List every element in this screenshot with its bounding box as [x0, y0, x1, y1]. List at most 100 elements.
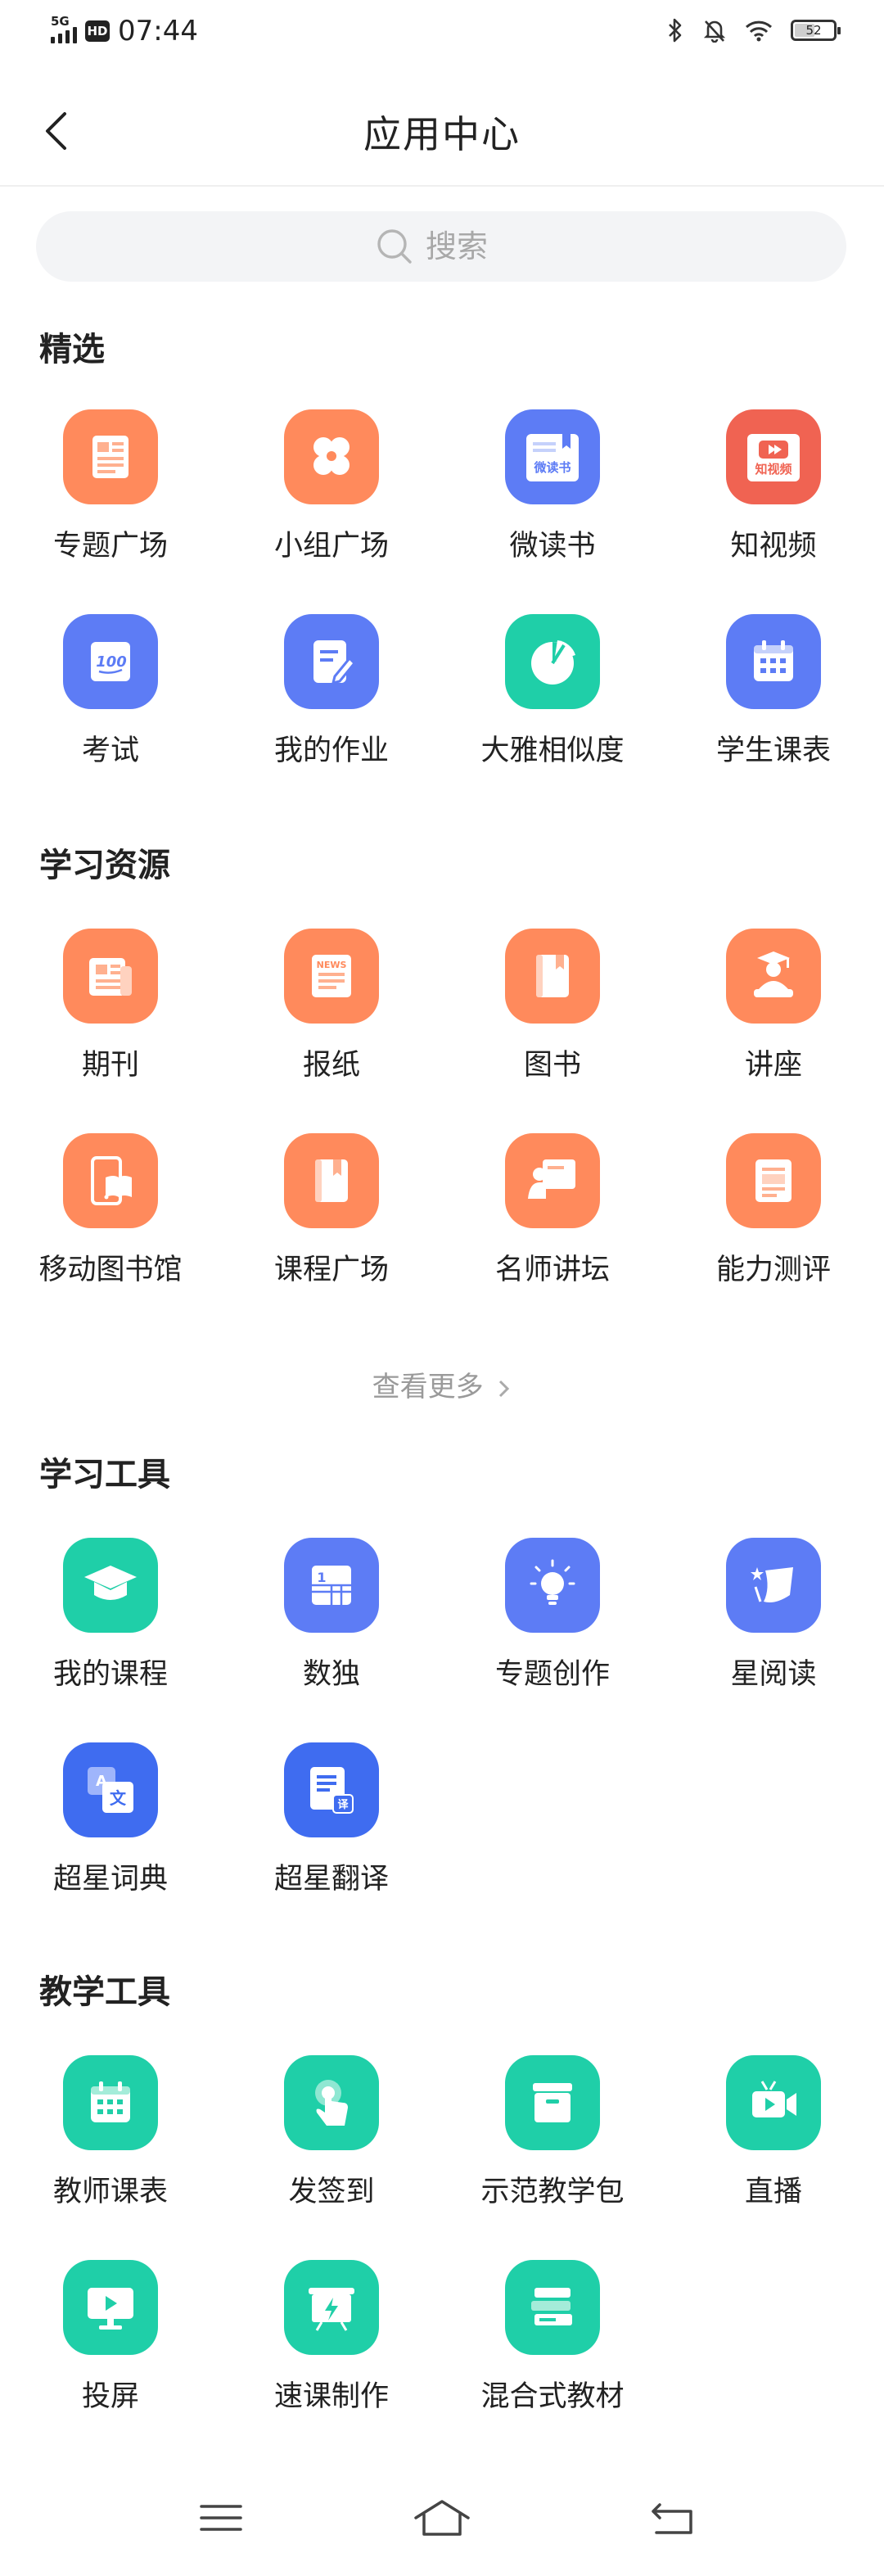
section-title-teaching-tools: 教学工具: [39, 1973, 170, 2011]
app-sudoku[interactable]: 1 数独: [221, 1516, 442, 1721]
menu-button[interactable]: [188, 2489, 254, 2547]
video-badge: 知视频: [755, 462, 792, 477]
return-icon: [652, 2503, 692, 2534]
app-my-homework[interactable]: 我的作业: [221, 593, 442, 798]
app-topic-square[interactable]: 专题广场: [0, 388, 221, 593]
calendar-icon: [63, 2055, 158, 2150]
app-student-timetable[interactable]: 学生课表: [663, 593, 884, 798]
status-time: 07:44: [118, 15, 198, 47]
see-more-link[interactable]: 查看更多: [0, 1364, 884, 1404]
home-icon: [414, 2500, 470, 2536]
group-circles-icon: [284, 409, 379, 504]
video-icon: 知视频: [726, 409, 821, 504]
app-label: 讲座: [744, 1049, 802, 1082]
exam-100-icon: 100: [63, 614, 158, 709]
mute-bell-icon: [703, 20, 726, 43]
teaching-tools-grid: 教师课表 发签到 示范教学包 直播 投屏 速课制作 混合式教材: [0, 2034, 884, 2443]
tap-icon: [284, 2055, 379, 2150]
page-title: 应用中心: [363, 112, 521, 156]
app-label: 超星翻译: [273, 1863, 389, 1896]
app-label: 专题创作: [494, 1658, 610, 1691]
section-title-study-tools: 学习工具: [39, 1456, 170, 1494]
see-more-label: 查看更多: [372, 1371, 484, 1403]
app-teaching-package[interactable]: 示范教学包: [442, 2034, 663, 2239]
section-title-featured: 精选: [39, 331, 105, 368]
lightbulb-icon: [505, 1538, 600, 1633]
app-label: 期刊: [81, 1049, 139, 1082]
app-course-square[interactable]: 课程广场: [221, 1112, 442, 1317]
system-nav-bar: [0, 2456, 884, 2576]
app-lecture[interactable]: 讲座: [663, 907, 884, 1112]
search-bar[interactable]: [36, 211, 846, 282]
app-label: 学生课表: [715, 734, 831, 767]
menu-icon: [200, 2505, 242, 2531]
home-button[interactable]: [409, 2489, 475, 2547]
battery-icon: 52: [791, 20, 841, 41]
app-topic-creation[interactable]: 专题创作: [442, 1516, 663, 1721]
graduation-cap-icon: [63, 1538, 158, 1633]
app-group-square[interactable]: 小组广场: [221, 388, 442, 593]
news-icon: NEWS: [284, 929, 379, 1024]
signal-icon: 5G: [51, 14, 77, 43]
status-bar: 5G HD 07:44 52: [0, 0, 884, 69]
app-journal[interactable]: 期刊: [0, 907, 221, 1112]
app-chaoxing-translate[interactable]: 译 超星翻译: [221, 1721, 442, 1926]
app-label: 混合式教材: [480, 2380, 625, 2413]
star-reading-icon: [726, 1538, 821, 1633]
header: 应用中心: [0, 82, 884, 187]
app-label: 小组广场: [273, 530, 389, 563]
app-micro-reading[interactable]: 微读书 微读书: [442, 388, 663, 593]
app-famous-teacher[interactable]: 名师讲坛: [442, 1112, 663, 1317]
package-icon: [505, 2055, 600, 2150]
battery-level: 52: [805, 23, 822, 38]
lecture-icon: [726, 929, 821, 1024]
app-label: 投屏: [81, 2380, 139, 2413]
app-exam[interactable]: 100 考试: [0, 593, 221, 798]
app-label: 移动图书馆: [38, 1254, 183, 1286]
chevron-right-icon: [499, 1380, 510, 1397]
bluetooth-icon: [669, 18, 682, 43]
search-input[interactable]: [426, 228, 507, 264]
app-label: 我的课程: [52, 1658, 168, 1691]
books-stack-icon: [505, 2260, 600, 2355]
section-title-resources: 学习资源: [39, 847, 170, 884]
app-mobile-library[interactable]: 移动图书馆: [0, 1112, 221, 1317]
app-books[interactable]: 图书: [442, 907, 663, 1112]
app-quick-course[interactable]: 速课制作: [221, 2239, 442, 2443]
study-tools-grid: 我的课程 1 数独 专题创作 星阅读 A文 超星词典 译 超星翻译: [0, 1516, 884, 1926]
hd-badge: HD: [85, 20, 110, 42]
book-icon: [505, 929, 600, 1024]
network-type: 5G: [51, 14, 70, 29]
news-badge: NEWS: [317, 960, 347, 970]
sudoku-icon: 1: [284, 1538, 379, 1633]
app-star-reading[interactable]: 星阅读: [663, 1516, 884, 1721]
assessment-icon: [726, 1133, 821, 1228]
app-live[interactable]: 直播: [663, 2034, 884, 2239]
app-teacher-timetable[interactable]: 教师课表: [0, 2034, 221, 2239]
journal-icon: [63, 929, 158, 1024]
app-ability-assessment[interactable]: 能力测评: [663, 1112, 884, 1317]
app-my-courses[interactable]: 我的课程: [0, 1516, 221, 1721]
translate-icon: 译: [284, 1742, 379, 1837]
dictionary-icon: A文: [63, 1742, 158, 1837]
app-zhi-video[interactable]: 知视频 知视频: [663, 388, 884, 593]
app-label: 数独: [302, 1658, 360, 1691]
wifi-icon: [745, 20, 773, 42]
app-chaoxing-dictionary[interactable]: A文 超星词典: [0, 1721, 221, 1926]
mobile-library-icon: [63, 1133, 158, 1228]
app-label: 考试: [81, 734, 139, 767]
app-label: 发签到: [288, 2176, 375, 2208]
quick-course-icon: [284, 2260, 379, 2355]
teacher-board-icon: [505, 1133, 600, 1228]
search-icon: [377, 229, 412, 264]
newspaper-icon: [63, 409, 158, 504]
app-sign-in[interactable]: 发签到: [221, 2034, 442, 2239]
app-daya-similarity[interactable]: 大雅相似度: [442, 593, 663, 798]
micro-book-icon: 微读书: [505, 409, 600, 504]
app-blended-textbook[interactable]: 混合式教材: [442, 2239, 663, 2443]
exam-badge: 100: [96, 653, 127, 671]
app-screen-cast[interactable]: 投屏: [0, 2239, 221, 2443]
nav-back-button[interactable]: [640, 2489, 706, 2547]
app-label: 超星词典: [52, 1863, 168, 1896]
app-newspaper[interactable]: NEWS 报纸: [221, 907, 442, 1112]
